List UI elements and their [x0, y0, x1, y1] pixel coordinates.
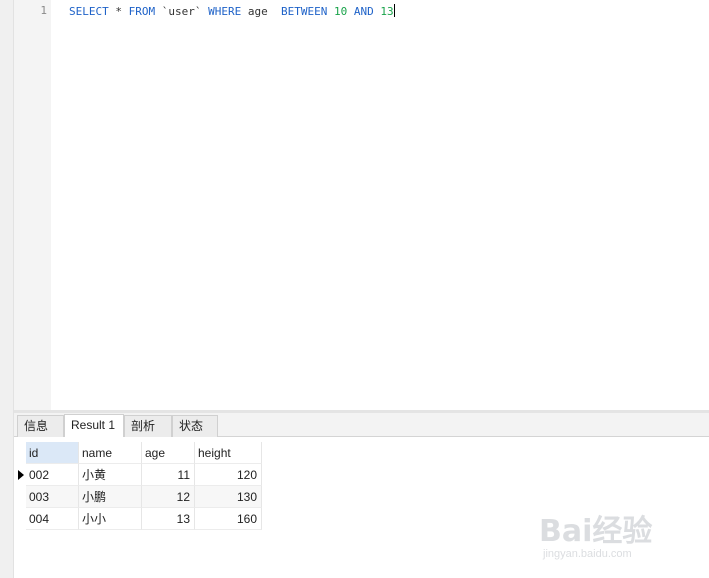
sql-token-kw: WHERE [208, 5, 242, 18]
column-header-age[interactable]: age [142, 442, 195, 464]
watermark-logo: Bai经验 [539, 514, 653, 549]
sql-token-plain: * [108, 5, 129, 18]
table-row[interactable]: 004 小小 13 160 [14, 508, 262, 530]
cell-height[interactable]: 130 [195, 486, 262, 508]
cell-height[interactable]: 160 [195, 508, 262, 530]
tab-info-label: 信息 [24, 419, 49, 433]
baidu-jingyan-watermark: Bai经验 jingyan.baidu.com [539, 506, 669, 566]
sql-token-kw: AND [353, 5, 374, 18]
cell-name[interactable]: 小鹏 [79, 486, 142, 508]
cell-age[interactable]: 12 [142, 486, 195, 508]
row-indicator [14, 486, 26, 508]
table-row[interactable]: 002 小黄 11 120 [14, 464, 262, 486]
watermark-url: jingyan.baidu.com [543, 548, 632, 560]
tab-status-label: 状态 [179, 419, 204, 433]
tab-profile-label: 剖析 [131, 419, 156, 433]
text-caret [393, 4, 395, 17]
result-tab-bar: 信息 Result 1 剖析 状态 [14, 413, 709, 437]
row-indicator [14, 508, 26, 530]
sql-token-num: 10 [333, 5, 348, 18]
table-row[interactable]: 003 小鹏 12 130 [14, 486, 262, 508]
sql-editor[interactable]: 1 SELECT * FROM `user` WHERE age BETWEEN… [14, 0, 709, 410]
tab-info[interactable]: 信息 [17, 415, 64, 437]
cell-age[interactable]: 11 [142, 464, 195, 486]
tab-profile[interactable]: 剖析 [124, 415, 172, 437]
tab-result-1-label: Result 1 [71, 418, 116, 432]
cell-id[interactable]: 002 [26, 464, 79, 486]
line-number: 1 [40, 4, 47, 17]
sql-token-plain: `user` [155, 5, 209, 18]
tab-status[interactable]: 状态 [172, 415, 218, 437]
sql-token-plain [327, 5, 334, 18]
sql-code-line[interactable]: SELECT * FROM `user` WHERE age BETWEEN 1… [69, 4, 395, 19]
cell-height[interactable]: 120 [195, 464, 262, 486]
column-header-name[interactable]: name [79, 442, 142, 464]
sql-token-kw: SELECT [69, 5, 109, 18]
cell-name[interactable]: 小黄 [79, 464, 142, 486]
sql-token-kw: FROM [128, 5, 156, 18]
column-header-height[interactable]: height [195, 442, 262, 464]
row-indicator [14, 464, 26, 486]
cell-age[interactable]: 13 [142, 508, 195, 530]
sql-token-kw: BETWEEN [280, 5, 328, 18]
cell-id[interactable]: 004 [26, 508, 79, 530]
current-row-arrow-icon [18, 470, 24, 480]
sql-token-plain: age [241, 5, 281, 18]
column-header-id[interactable]: id [26, 442, 79, 464]
tab-result-1[interactable]: Result 1 [64, 414, 124, 437]
sql-token-num: 13 [380, 5, 394, 18]
line-number-gutter: 1 [14, 0, 51, 410]
left-edge-strip [0, 0, 14, 578]
cell-id[interactable]: 003 [26, 486, 79, 508]
grid-header-row: id name age height [14, 442, 262, 464]
cell-name[interactable]: 小小 [79, 508, 142, 530]
sql-token-plain [347, 5, 354, 18]
